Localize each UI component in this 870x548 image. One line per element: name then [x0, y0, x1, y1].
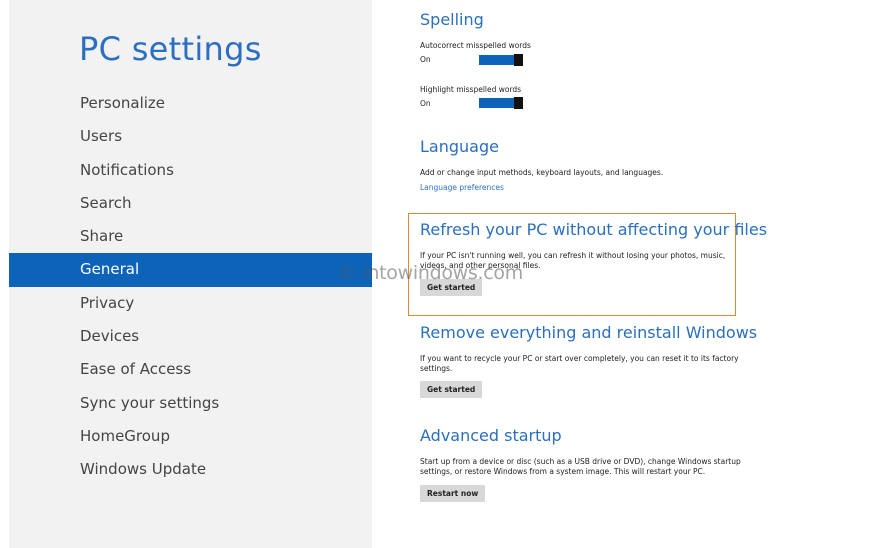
sidebar-item-personalize[interactable]: Personalize [9, 87, 372, 120]
sidebar-item-share[interactable]: Share [9, 220, 372, 253]
highlight-toggle[interactable] [479, 97, 523, 109]
language-description: Add or change input methods, keyboard la… [420, 168, 664, 177]
sidebar-item-sync-settings[interactable]: Sync your settings [9, 387, 372, 420]
reset-get-started-button[interactable]: Get started [420, 381, 483, 398]
sidebar: PC settings Personalize Users Notificati… [9, 0, 372, 548]
sidebar-item-windows-update[interactable]: Windows Update [9, 453, 372, 486]
sidebar-nav: Personalize Users Notifications Search S… [9, 87, 372, 487]
restart-now-button[interactable]: Restart now [420, 485, 486, 502]
spelling-heading: Spelling [420, 10, 484, 29]
sidebar-item-ease-of-access[interactable]: Ease of Access [9, 353, 372, 386]
autocorrect-toggle[interactable] [479, 54, 523, 66]
toggle-knob[interactable] [514, 97, 523, 109]
sidebar-item-general[interactable]: General [9, 253, 372, 287]
sidebar-item-devices[interactable]: Devices [9, 320, 372, 353]
watermark: © intowindows.com [338, 262, 523, 284]
highlight-state: On [420, 99, 431, 108]
highlight-label: Highlight misspelled words [420, 85, 522, 94]
sidebar-item-search[interactable]: Search [9, 187, 372, 220]
advanced-description: Start up from a device or disc (such as … [420, 457, 741, 476]
language-preferences-link[interactable]: Language preferences [420, 183, 504, 192]
sidebar-item-users[interactable]: Users [9, 120, 372, 153]
advanced-heading: Advanced startup [420, 426, 562, 445]
refresh-heading: Refresh your PC without affecting your f… [420, 220, 768, 239]
reset-heading: Remove everything and reinstall Windows [420, 323, 758, 342]
page-title: PC settings [79, 30, 262, 68]
sidebar-item-privacy[interactable]: Privacy [9, 287, 372, 320]
reset-description: If you want to recycle your PC or start … [420, 354, 739, 373]
sidebar-item-homegroup[interactable]: HomeGroup [9, 420, 372, 453]
autocorrect-label: Autocorrect misspelled words [420, 41, 531, 50]
language-heading: Language [420, 137, 499, 156]
sidebar-item-notifications[interactable]: Notifications [9, 154, 372, 187]
toggle-knob[interactable] [514, 54, 523, 66]
autocorrect-state: On [420, 55, 431, 64]
